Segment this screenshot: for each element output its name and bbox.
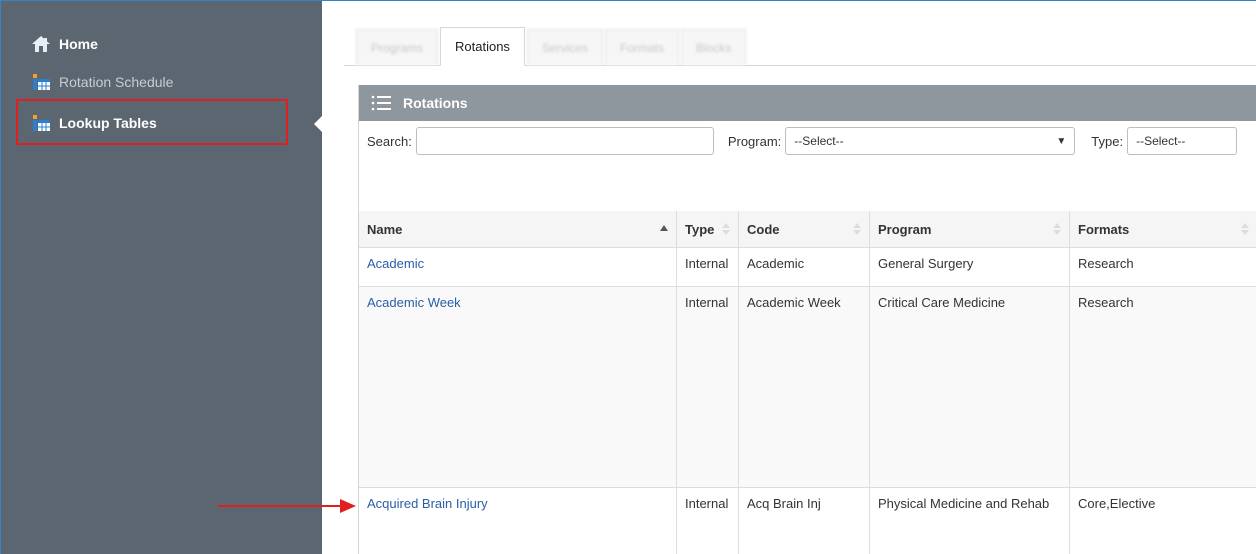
table-cell: Acq Brain Inj <box>739 488 870 554</box>
table-cell: Academic <box>739 248 870 286</box>
tab-services[interactable]: Services <box>526 29 603 65</box>
search-label: Search: <box>367 133 412 149</box>
table-cell: Internal <box>677 488 739 554</box>
table-cell: Research <box>1070 287 1256 487</box>
table-cell: Internal <box>677 248 739 286</box>
table-header-row: Name Type Code Program Formats <box>359 211 1256 248</box>
annotation-highlight-box <box>16 99 288 145</box>
table-cell: Internal <box>677 287 739 487</box>
column-header-program[interactable]: Program <box>870 211 1070 247</box>
table-cell: Academic Week <box>739 287 870 487</box>
type-select-value: --Select-- <box>1136 134 1186 148</box>
panel-header: Rotations <box>359 85 1256 121</box>
rotation-link[interactable]: Academic <box>367 256 424 271</box>
sort-icon <box>1241 223 1249 235</box>
sort-icon <box>853 223 861 235</box>
column-header-code[interactable]: Code <box>739 211 870 247</box>
program-select[interactable]: --Select-- ▼ <box>785 127 1076 155</box>
table-cell: General Surgery <box>870 248 1070 286</box>
table-cell: Research <box>1078 256 1134 271</box>
program-select-value: --Select-- <box>794 134 844 148</box>
home-icon <box>31 35 51 53</box>
schedule-icon <box>31 73 51 91</box>
tab-formats[interactable]: Formats <box>604 29 679 65</box>
rotations-panel: Rotations Search: Program: --Select-- ▼ … <box>358 85 1256 554</box>
table-cell: Core,Elective <box>1078 496 1156 511</box>
dropdown-arrow-icon: ▼ <box>1056 135 1067 147</box>
sidebar-item-label: Home <box>59 36 98 52</box>
tab-blocks[interactable]: Blocks <box>680 29 747 65</box>
sidebar-item-home[interactable]: Home <box>31 31 98 57</box>
rotations-table: Name Type Code Program Formats Academic … <box>359 211 1256 554</box>
sort-asc-icon <box>660 225 668 231</box>
table-row: Academic Internal Academic General Surge… <box>359 248 1256 287</box>
annotation-arrow-icon <box>218 499 356 513</box>
main-content: Programs Rotations Services Formats Bloc… <box>322 0 1256 554</box>
table-cell: Critical Care Medicine <box>870 287 1070 487</box>
search-input[interactable] <box>415 127 714 155</box>
list-icon <box>371 95 393 111</box>
type-select[interactable]: --Select-- <box>1127 127 1238 155</box>
program-label: Program: <box>727 133 782 149</box>
column-header-formats[interactable]: Formats <box>1070 211 1256 247</box>
tab-rotations[interactable]: Rotations <box>440 27 525 66</box>
tab-bar: Programs Rotations Services Formats Bloc… <box>344 25 1256 66</box>
rotation-link[interactable]: Acquired Brain Injury <box>367 496 488 511</box>
column-header-type[interactable]: Type <box>677 211 739 247</box>
sort-icon <box>1053 223 1061 235</box>
column-header-name[interactable]: Name <box>359 211 677 247</box>
sidebar-item-rotation-schedule[interactable]: Rotation Schedule <box>31 69 173 95</box>
table-cell: Physical Medicine and Rehab <box>870 488 1070 554</box>
table-row: Acquired Brain Injury Internal Acq Brain… <box>359 488 1256 554</box>
sort-icon <box>722 223 730 235</box>
table-row: Academic Week Internal Academic Week Cri… <box>359 287 1256 488</box>
panel-title: Rotations <box>403 95 468 111</box>
sidebar-item-label: Rotation Schedule <box>59 74 174 90</box>
filter-bar: Search: Program: --Select-- ▼ Type: --Se… <box>359 121 1256 161</box>
sidebar: Home Rotation Schedule Lookup Tables <box>0 0 323 554</box>
rotation-link[interactable]: Academic Week <box>367 295 461 310</box>
tab-programs[interactable]: Programs <box>356 29 439 65</box>
type-label: Type: <box>1091 133 1124 149</box>
